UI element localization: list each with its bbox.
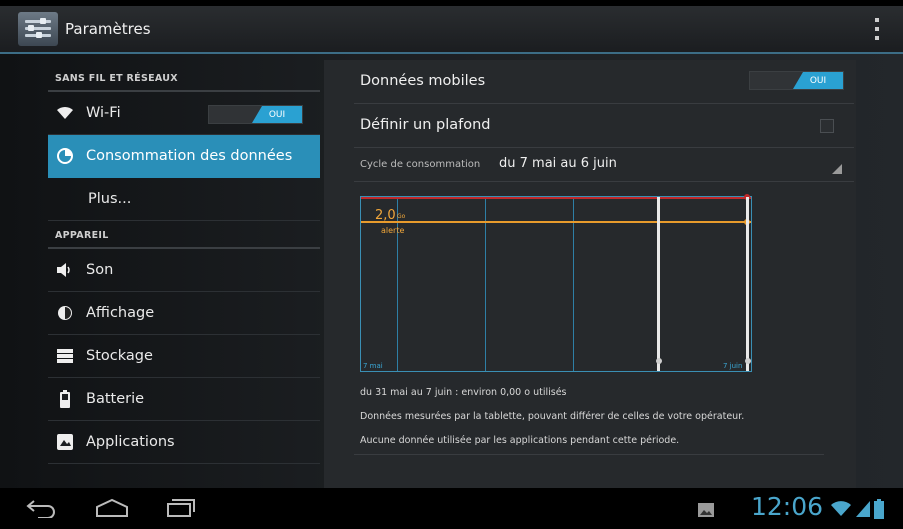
chart-end-label: 7 juin (723, 362, 743, 370)
data-usage-panel: Données mobiles OUI Définir un plafond C… (324, 60, 856, 488)
wifi-status-icon (830, 501, 852, 521)
mobile-data-toggle[interactable]: OUI (749, 71, 844, 90)
home-icon[interactable] (95, 498, 129, 522)
start-marker-handle[interactable] (656, 358, 662, 364)
sidebar-item-label: Son (86, 262, 114, 278)
wifi-toggle-state: OUI (252, 106, 302, 123)
warning-value: 2,0 (375, 208, 396, 223)
applications-icon (56, 433, 74, 451)
clock: 12:06 (750, 492, 823, 521)
chart-start-label: 7 mai (363, 362, 383, 370)
cycle-label: Cycle de consommation (360, 159, 481, 170)
overflow-menu-icon[interactable] (875, 18, 880, 40)
warning-line[interactable] (361, 221, 751, 223)
wifi-toggle[interactable]: OUI (208, 105, 303, 124)
storage-icon (56, 347, 74, 365)
sidebar-item-label: Batterie (86, 391, 145, 407)
cycle-value: du 7 mai au 6 juin (499, 156, 617, 171)
divider (354, 454, 824, 455)
recent-apps-icon[interactable] (166, 498, 196, 522)
set-limit-row[interactable]: Définir un plafond (354, 104, 854, 148)
image-notification-icon[interactable] (698, 502, 714, 521)
set-limit-checkbox[interactable] (820, 119, 834, 133)
end-marker-handle[interactable] (745, 358, 751, 364)
sidebar-item-label: Wi-Fi (86, 105, 121, 121)
mobile-data-row[interactable]: Données mobiles OUI (354, 60, 854, 104)
wifi-icon (56, 104, 74, 122)
signal-icon (856, 501, 870, 521)
settings-sliders-icon[interactable] (18, 12, 58, 46)
battery-icon (56, 390, 74, 408)
settings-sidebar: SANS FIL ET RÉSEAUX Wi-Fi OUI Consommati… (48, 54, 320, 488)
warning-unit: Go (397, 213, 406, 220)
sidebar-item-storage[interactable]: Stockage (48, 335, 320, 378)
usage-chart[interactable]: 2,0 Go alerte 7 mai 7 juin (360, 194, 752, 372)
chart-gridline (485, 197, 486, 371)
main-content: SANS FIL ET RÉSEAUX Wi-Fi OUI Consommati… (0, 54, 903, 488)
sidebar-item-data-usage[interactable]: Consommation des données (48, 135, 320, 178)
cycle-end-marker[interactable] (746, 197, 749, 371)
brightness-icon (56, 304, 74, 322)
sidebar-item-label: Applications (86, 434, 175, 450)
cycle-start-marker[interactable] (657, 197, 660, 371)
mobile-data-label: Données mobiles (360, 73, 486, 89)
page-title: Paramètres (65, 20, 151, 38)
sidebar-item-more[interactable]: Plus... (48, 178, 320, 221)
sidebar-item-label: Plus... (88, 191, 132, 207)
section-header-wireless: SANS FIL ET RÉSEAUX (48, 54, 320, 92)
warning-label: alerte (381, 226, 405, 235)
data-usage-icon (56, 147, 74, 165)
limit-line[interactable] (361, 197, 751, 199)
mobile-data-toggle-state: OUI (793, 72, 843, 89)
usage-disclaimer: Données mesurées par la tablette, pouvan… (360, 411, 745, 422)
battery-status-icon (874, 499, 884, 523)
sidebar-item-label: Consommation des données (86, 148, 293, 164)
set-limit-label: Définir un plafond (360, 117, 491, 133)
action-bar: Paramètres (0, 6, 903, 52)
sidebar-item-display[interactable]: Affichage (48, 292, 320, 335)
back-icon[interactable] (26, 498, 58, 522)
cycle-spinner[interactable]: Cycle de consommation du 7 mai au 6 juin (354, 148, 854, 182)
usage-summary: du 31 mai au 7 juin : environ 0,00 o uti… (360, 387, 567, 398)
no-app-usage-note: Aucune donnée utilisée par les applicati… (360, 435, 680, 446)
spinner-arrow-icon (832, 164, 842, 174)
sidebar-item-sound[interactable]: Son (48, 249, 320, 292)
sidebar-item-battery[interactable]: Batterie (48, 378, 320, 421)
sidebar-item-applications[interactable]: Applications (48, 421, 320, 464)
sidebar-item-label: Affichage (86, 305, 155, 321)
section-header-device: APPAREIL (48, 221, 320, 249)
chart-gridline (573, 197, 574, 371)
sidebar-item-wifi[interactable]: Wi-Fi OUI (48, 92, 320, 135)
speaker-icon (56, 261, 74, 279)
navigation-bar: 12:06 (0, 488, 903, 529)
chart-gridline (397, 197, 398, 371)
sidebar-item-label: Stockage (86, 348, 153, 364)
